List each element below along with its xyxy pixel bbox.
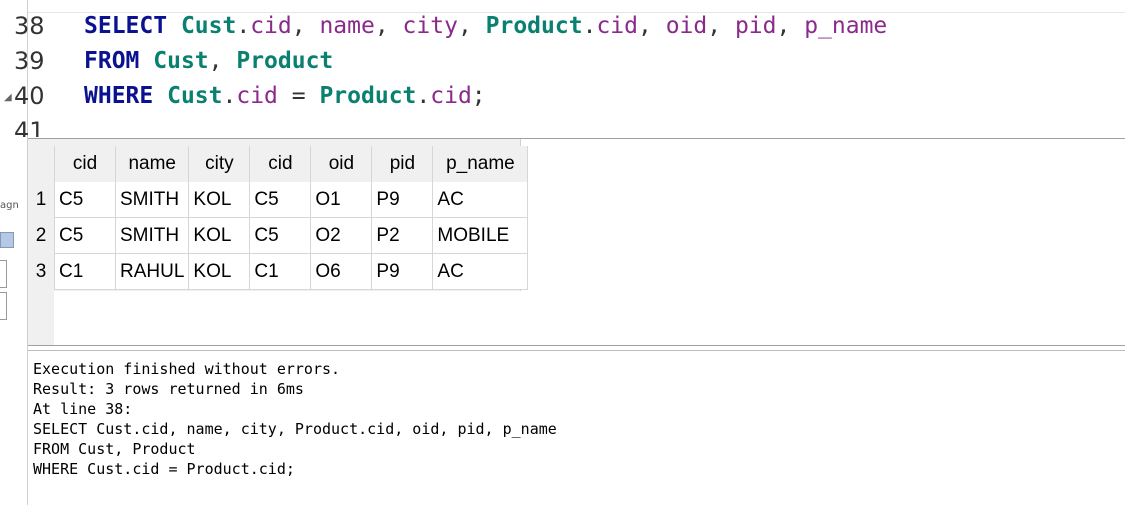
column-header[interactable]: p_name [432,146,529,182]
column-header[interactable]: cid [54,146,116,182]
results-table: cid name city cid oid pid p_name 1 C5 SM… [28,146,529,290]
code-token: Cust [180,13,237,39]
code-line[interactable]: WHERE Cust.cid = Product.cid; [84,83,486,109]
code-line[interactable]: FROM Cust, Product [84,48,333,74]
table-cell[interactable]: SMITH [115,217,190,254]
fold-arrow-icon[interactable]: ◢ [4,92,12,103]
code-token: oid [665,13,708,39]
column-header[interactable]: oid [310,146,373,182]
sql-editor[interactable]: 38 39 40 41 SELECT Cust.cid, name, city,… [14,0,1125,138]
code-token: SELECT [84,13,168,39]
table-cell[interactable]: C1 [249,253,312,290]
message-line: At line 38: [33,400,133,418]
table-cell[interactable]: SMITH [115,182,190,218]
code-token: Cust [153,48,209,74]
table-cell[interactable]: MOBILE [432,217,529,254]
table-cell[interactable]: C5 [249,217,312,254]
code-token: ; [471,83,486,109]
execution-messages-panel[interactable]: Execution finished without errors. Resul… [28,350,1125,506]
code-token: cid [236,83,278,109]
table-cell[interactable]: KOL [188,182,251,218]
code-token: , [374,13,403,39]
code-token: Cust [167,83,223,109]
message-line: Result: 3 rows returned in 6ms [33,380,304,398]
table-row[interactable]: 3 C1 RAHUL KOL C1 O6 P9 AC [28,253,529,290]
code-token: , [291,13,320,39]
results-grid-panel: cid name city cid oid pid p_name 1 C5 SM… [28,138,1125,346]
table-cell[interactable]: C1 [54,253,116,290]
table-row[interactable]: 1 C5 SMITH KOL C5 O1 P9 AC [28,182,529,218]
code-token: , [637,13,666,39]
code-token: FROM [84,48,140,74]
code-token: . [416,83,431,109]
table-cell[interactable]: P9 [371,253,434,290]
header-row: cid name city cid oid pid p_name [28,146,529,182]
table-cell[interactable]: KOL [188,253,251,290]
table-cell[interactable]: O2 [310,217,373,254]
table-row[interactable]: 2 C5 SMITH KOL C5 O2 P2 MOBILE [28,217,529,254]
column-header[interactable]: pid [371,146,434,182]
table-cell[interactable]: P2 [371,217,434,254]
sidebar-stub-field[interactable] [0,260,7,288]
left-sidebar-strip: agn [0,0,28,505]
code-line[interactable]: SELECT Cust.cid, name, city, Product.cid… [84,13,887,39]
code-token: = [277,83,320,109]
code-token: , [707,13,735,39]
code-token: cid [430,83,472,109]
table-cell[interactable]: AC [432,253,529,290]
table-cell[interactable]: KOL [188,217,251,254]
sidebar-stub-label: agn [0,200,19,211]
code-token: . [222,83,237,109]
code-token: cid [596,13,638,39]
table-cell[interactable]: P9 [371,182,434,218]
message-line: WHERE Cust.cid = Product.cid; [33,460,295,478]
sidebar-stub-field-2[interactable] [0,292,7,320]
code-token: name [319,13,375,39]
table-cell[interactable]: C5 [54,217,116,254]
code-token: Product [236,48,334,74]
row-number[interactable]: 1 [28,182,55,218]
code-token: Product [485,13,583,39]
corner-cell[interactable] [28,146,55,182]
row-number[interactable]: 3 [28,253,55,290]
message-line: SELECT Cust.cid, name, city, Product.cid… [33,420,557,438]
table-cell[interactable]: AC [432,182,529,218]
line-number: 41 [14,117,45,137]
column-header[interactable]: city [188,146,251,182]
code-token: WHERE [84,83,154,109]
code-token: , [457,13,486,39]
column-header[interactable]: name [115,146,190,182]
code-token: , [776,13,805,39]
database-icon[interactable] [0,232,14,248]
code-token: . [582,13,597,39]
column-header[interactable]: cid [249,146,312,182]
code-token: city [402,13,458,39]
line-number: 38 [14,12,45,40]
table-cell[interactable]: O6 [310,253,373,290]
row-number[interactable]: 2 [28,217,55,254]
code-token: Product [319,83,417,109]
message-line: FROM Cust, Product [33,440,196,458]
code-token: pid [734,13,777,39]
code-token: cid [250,13,292,39]
code-token: , [208,48,237,74]
table-cell[interactable]: C5 [249,182,312,218]
line-number: 39 [14,47,45,75]
table-cell[interactable]: O1 [310,182,373,218]
code-token: . [236,13,251,39]
message-line: Execution finished without errors. [33,360,341,378]
table-cell[interactable]: RAHUL [115,253,190,290]
table-cell[interactable]: C5 [54,182,116,218]
code-token: p_name [804,13,888,39]
grid-empty-area-bottom [54,291,1125,345]
